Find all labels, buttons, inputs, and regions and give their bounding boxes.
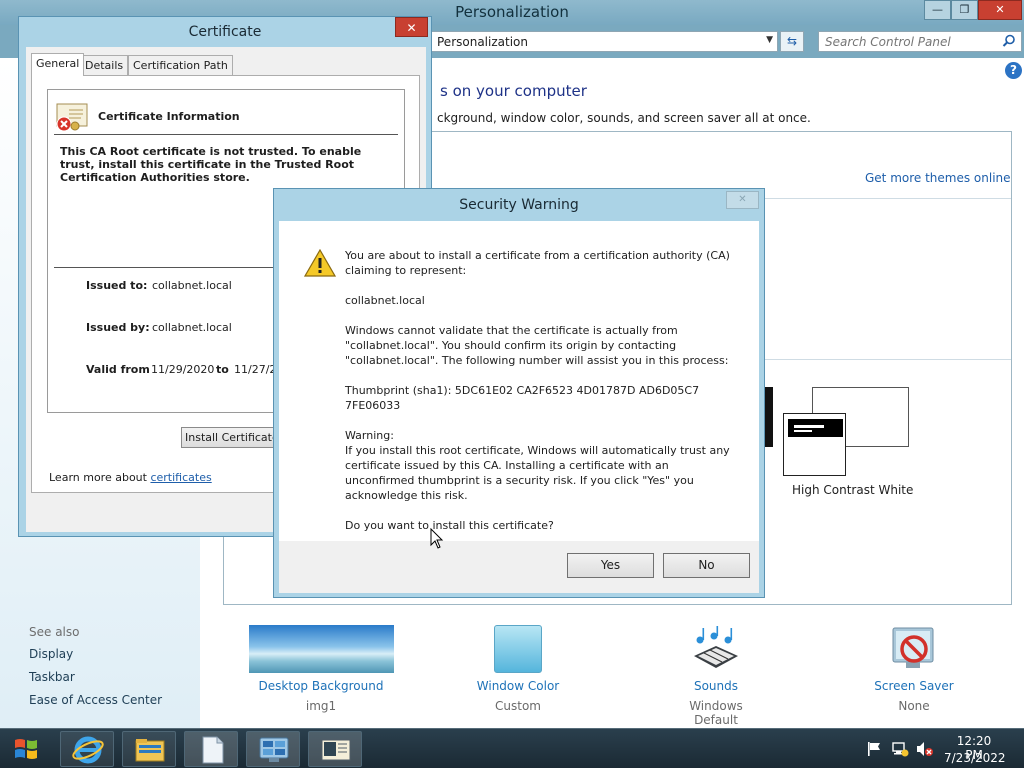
tab-general[interactable]: General <box>31 53 85 76</box>
message-validation: Windows cannot validate that the certifi… <box>345 324 729 367</box>
issued-by-value: collabnet.local <box>152 321 232 334</box>
see-also-display-link[interactable]: Display <box>29 647 73 661</box>
screen-saver-label[interactable]: Screen Saver <box>864 679 964 693</box>
desktop-background-label[interactable]: Desktop Background <box>246 679 396 693</box>
refresh-icon[interactable]: ⇆ <box>780 31 804 52</box>
message-risk-warning: Warning: If you install this root certif… <box>345 429 730 502</box>
network-icon[interactable] <box>891 741 909 757</box>
certificate-error-icon <box>56 103 88 132</box>
sounds-label[interactable]: Sounds <box>666 679 766 693</box>
taskbar-internet-explorer[interactable] <box>60 731 114 767</box>
document-icon <box>202 736 224 764</box>
sounds-value: Windows Default <box>689 699 743 727</box>
clock-date[interactable]: 7/23/2022 <box>944 751 1006 765</box>
mouse-cursor-icon <box>430 528 444 549</box>
desktop-background-icon <box>249 625 394 673</box>
search-input[interactable] <box>825 35 995 49</box>
volume-muted-icon[interactable] <box>916 741 934 757</box>
certificate-close-button[interactable]: ✕ <box>395 17 428 37</box>
taskbar-certificate[interactable] <box>308 731 362 767</box>
page-subheading: ckground, window color, sounds, and scre… <box>437 111 811 125</box>
issued-to-value: collabnet.local <box>152 279 232 292</box>
window-color-value: Custom <box>495 699 541 713</box>
see-also-taskbar-link[interactable]: Taskbar <box>29 670 75 684</box>
warning-icon <box>304 249 336 277</box>
address-text: Personalization <box>437 35 528 49</box>
valid-from-value: 11/29/2020 <box>151 363 215 376</box>
control-panel-icon <box>259 737 289 762</box>
security-warning-close-button[interactable]: ✕ <box>726 191 759 209</box>
message-intro: You are about to install a certificate f… <box>345 249 730 277</box>
screen-saver-value: None <box>898 699 930 713</box>
thumb-line <box>794 430 812 432</box>
search-box[interactable] <box>818 31 1022 52</box>
taskbar: 12:20 PM 7/23/2022 <box>0 728 1024 768</box>
certificate-icon <box>321 739 351 761</box>
maximize-button[interactable]: ❐ <box>951 0 978 20</box>
taskbar-file-explorer[interactable] <box>122 731 176 767</box>
certificate-trust-warning: This CA Root certificate is not trusted.… <box>60 145 362 184</box>
yes-button[interactable]: Yes <box>567 553 654 578</box>
see-also-ease-of-access-link[interactable]: Ease of Access Center <box>29 693 162 707</box>
minimize-button[interactable]: — <box>924 0 951 20</box>
taskbar-document[interactable] <box>184 731 238 767</box>
close-button[interactable]: ✕ <box>978 0 1022 20</box>
high-contrast-white-window-thumb[interactable] <box>783 413 846 476</box>
help-icon[interactable]: ? <box>1005 62 1022 79</box>
valid-from-label: Valid from <box>86 363 150 376</box>
start-button[interactable] <box>3 731 51 767</box>
message-subject: collabnet.local <box>345 294 425 307</box>
certificates-link[interactable]: certificates <box>150 471 211 484</box>
tab-certification-path[interactable]: Certification Path <box>128 55 233 75</box>
security-warning-dialog: Security Warning ✕ You are about to inst… <box>273 188 765 598</box>
high-contrast-white-label[interactable]: High Contrast White <box>792 483 913 497</box>
search-icon[interactable] <box>1002 34 1016 51</box>
internet-explorer-icon <box>72 736 104 764</box>
screen-saver-icon <box>892 627 934 668</box>
taskbar-control-panel[interactable] <box>246 731 300 767</box>
action-center-flag-icon[interactable] <box>866 741 882 757</box>
themes-divider <box>764 359 1011 360</box>
desktop-background-item[interactable]: Desktop Background img1 <box>246 624 396 716</box>
message-thumbprint: Thumbprint (sha1): 5DC61E02 CA2F6523 4D0… <box>345 384 700 412</box>
themes-divider <box>764 198 1011 199</box>
sounds-item[interactable]: Sounds Windows Default <box>666 624 766 727</box>
desktop-background-value: img1 <box>305 699 337 713</box>
no-button[interactable]: No <box>663 553 750 578</box>
thumb-line <box>794 425 824 428</box>
dialog-button-bar: Yes No <box>279 541 759 593</box>
valid-to-value: 11/27/2 <box>234 363 277 376</box>
sounds-icon <box>694 626 738 668</box>
learn-more-prefix: Learn more about <box>49 471 151 484</box>
thumb-titlebar <box>788 419 843 437</box>
see-also-heading: See also <box>29 625 80 639</box>
window-color-icon <box>494 625 542 673</box>
page-heading: s on your computer <box>440 82 587 100</box>
learn-more-text: Learn more about certificates <box>49 471 212 484</box>
valid-to-label: to <box>216 363 229 376</box>
divider <box>54 134 398 135</box>
issued-to-label: Issued to: <box>86 279 148 292</box>
address-dropdown-icon[interactable]: ▼ <box>766 35 773 45</box>
message-question: Do you want to install this certificate? <box>345 519 554 532</box>
theme-thumbnail-partial[interactable] <box>765 387 773 447</box>
window-color-item[interactable]: Window Color Custom <box>468 624 568 716</box>
issued-by-label: Issued by: <box>86 321 150 334</box>
address-bar[interactable]: Personalization ▼ <box>430 31 778 52</box>
certificate-title: Certificate <box>188 24 262 40</box>
security-warning-body: You are about to install a certificate f… <box>279 221 759 593</box>
tab-details[interactable]: Details <box>80 55 129 75</box>
security-warning-title: Security Warning <box>459 197 579 213</box>
window-color-label[interactable]: Window Color <box>468 679 568 693</box>
security-warning-message: You are about to install a certificate f… <box>345 248 735 548</box>
get-more-themes-link[interactable]: Get more themes online <box>865 171 1011 185</box>
folder-icon <box>135 739 165 762</box>
screen-saver-item[interactable]: Screen Saver None <box>864 624 964 716</box>
certificate-info-title: Certificate Information <box>98 110 240 123</box>
